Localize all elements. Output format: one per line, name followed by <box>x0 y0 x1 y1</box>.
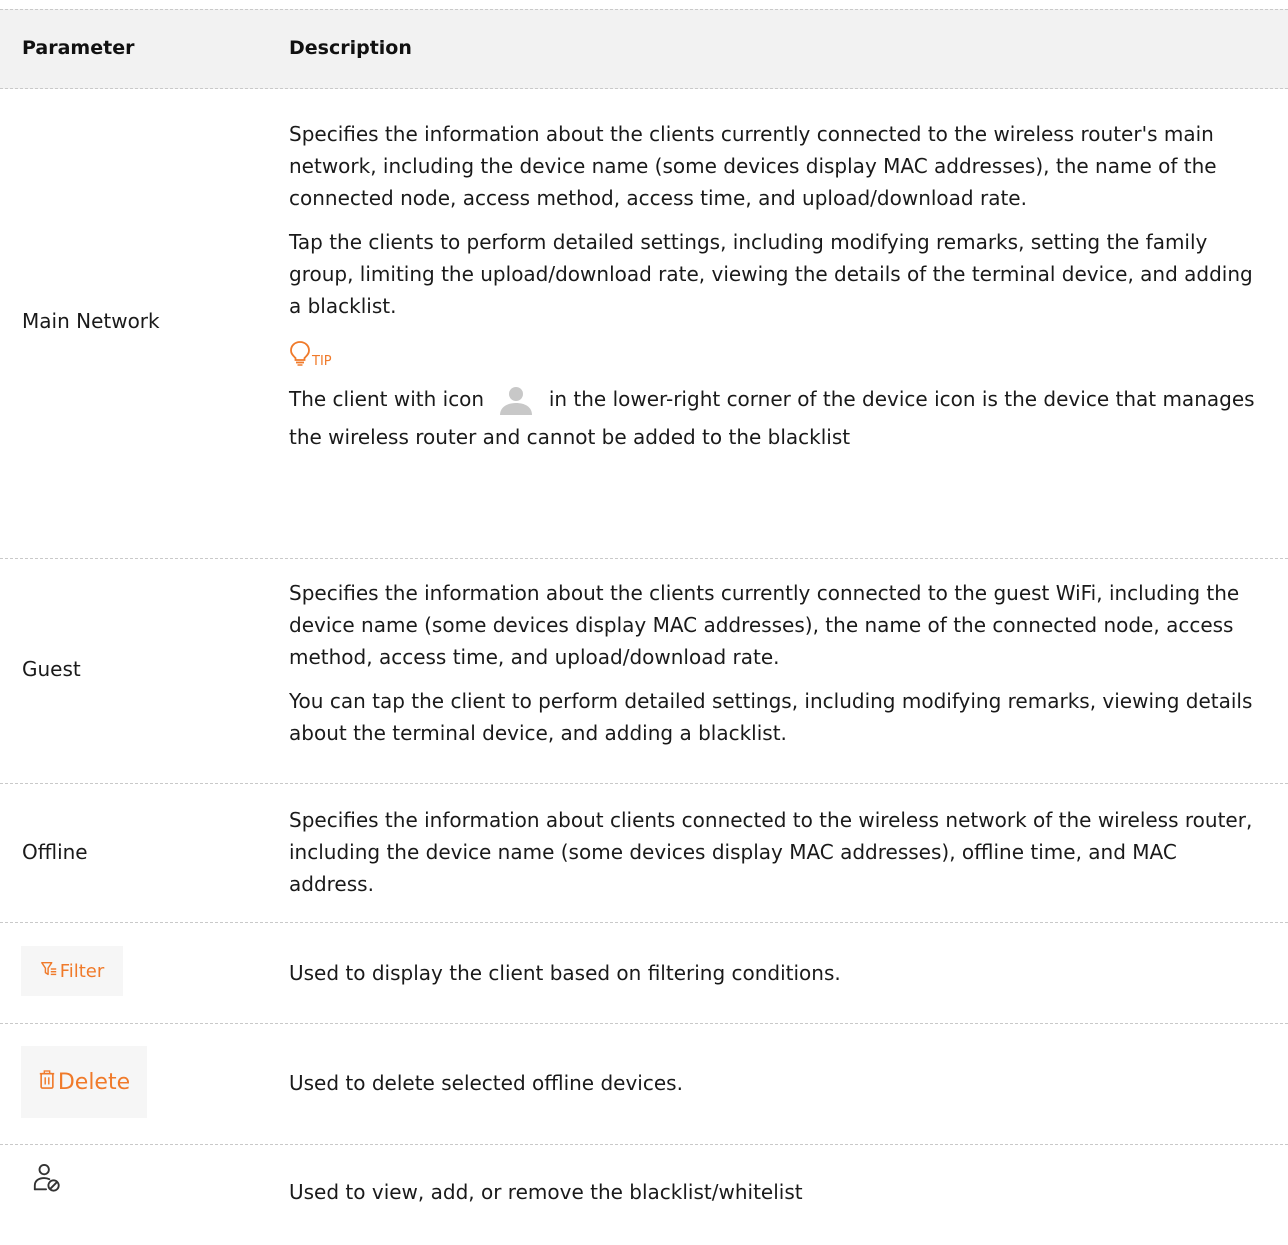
table-row: Delete Used to delete selected offline d… <box>0 1024 1288 1145</box>
table-row: Used to view, add, or remove the blackli… <box>0 1145 1288 1245</box>
header-parameter: Parameter <box>22 37 135 59</box>
delete-button-label: Delete <box>57 1069 131 1095</box>
filter-button-label: Filter <box>59 960 105 982</box>
user-block-icon[interactable] <box>32 1163 62 1197</box>
desc-blacklist: Used to view, add, or remove the blackli… <box>289 1176 1266 1208</box>
desc-filter: Used to display the client based on filt… <box>289 957 1266 989</box>
desc-delete: Used to delete selected offline devices. <box>289 1067 1266 1099</box>
desc-offline: Specifies the information about clients … <box>289 804 1266 900</box>
trash-icon <box>38 1070 56 1094</box>
desc-paragraph: Used to delete selected offline devices. <box>289 1071 683 1095</box>
desc-main-network: Specifies the information about the clie… <box>289 118 1266 456</box>
header-description: Description <box>289 37 412 59</box>
table-header: Parameter Description <box>0 9 1288 89</box>
tip-label: TIP <box>312 354 332 369</box>
filter-button[interactable]: Filter <box>21 946 123 996</box>
param-offline: Offline <box>22 840 88 864</box>
desc-paragraph: Specifies the information about the clie… <box>289 122 1217 210</box>
person-icon <box>496 385 536 417</box>
desc-paragraph: Tap the clients to perform detailed sett… <box>289 230 1253 318</box>
param-guest: Guest <box>22 657 81 681</box>
filter-icon <box>40 960 58 982</box>
table-row: Filter Used to display the client based … <box>0 923 1288 1024</box>
desc-paragraph: Used to display the client based on filt… <box>289 961 841 985</box>
desc-paragraph: Specifies the information about the clie… <box>289 581 1240 669</box>
tip-callout: TIP <box>289 334 1266 370</box>
table-row: Main Network Specifies the information a… <box>0 89 1288 559</box>
param-main-network: Main Network <box>22 309 160 333</box>
desc-paragraph: You can tap the client to perform detail… <box>289 689 1253 745</box>
desc-paragraph: Specifies the information about clients … <box>289 808 1253 896</box>
table-row: Offline Specifies the information about … <box>0 784 1288 923</box>
parameter-table: Parameter Description Main Network Speci… <box>0 9 1288 1245</box>
lightbulb-icon <box>289 340 311 370</box>
delete-button[interactable]: Delete <box>21 1046 147 1118</box>
desc-guest: Specifies the information about the clie… <box>289 577 1266 749</box>
table-row: Guest Specifies the information about th… <box>0 559 1288 784</box>
tip-text: The client with icon in the lower-right … <box>289 380 1266 456</box>
desc-paragraph: Used to view, add, or remove the blackli… <box>289 1180 803 1204</box>
